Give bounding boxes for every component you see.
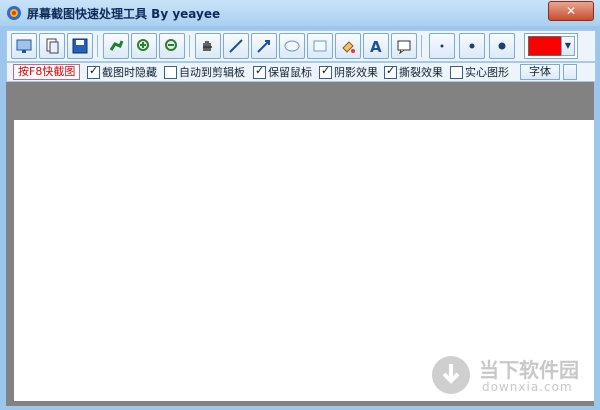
dot-medium-icon [469,43,475,49]
close-button[interactable]: ✕ [548,1,594,21]
chevron-down-icon[interactable]: ▼ [561,36,575,56]
options-bar: 按F8快截图 截图时隐藏 自动到剪辑板 保留鼠标 阴影效果 撕裂效果 实心图形 … [6,62,596,82]
text-icon: A [370,38,382,55]
save-icon [72,38,88,54]
zoom-in-button[interactable] [131,33,157,59]
copy-icon [46,38,59,54]
checkbox[interactable] [450,65,463,79]
option-label: 阴影效果 [334,66,378,79]
app-window: 屏幕截图快速处理工具 By yeayee ✕ A ▼ 按F8快截图 ✓ 截图时隐… [0,0,600,410]
dot-large-icon [498,42,506,50]
option-shadow-effect[interactable]: 阴影效果 [319,64,378,80]
color-swatch[interactable] [528,36,562,56]
ellipse-icon [284,40,300,52]
zoom-in-icon [137,39,149,51]
note-icon [397,40,411,55]
note-button[interactable] [391,33,417,59]
option-keep-cursor[interactable]: 保留鼠标 [253,64,312,80]
paint-bucket-button[interactable] [335,33,361,59]
toolbar-separator [421,35,422,57]
font-button[interactable]: 字体 [520,64,560,80]
window-title: 屏幕截图快速处理工具 By yeayee [27,7,221,21]
checkbox[interactable] [319,64,332,79]
option-label: 保留鼠标 [268,66,312,79]
color-picker[interactable]: ▼ [524,33,578,59]
toolbar: A ▼ [6,30,596,62]
font-extra-button[interactable] [563,64,577,80]
rectangle-button[interactable] [307,33,333,59]
watermark-download-icon [432,356,470,394]
option-label: 撕裂效果 [399,66,443,79]
checkbox[interactable] [253,64,266,79]
option-label: 实心图形 [465,66,509,79]
svg-text:A: A [370,38,382,55]
option-solid-shapes[interactable]: 实心图形 [450,64,509,80]
option-hide-on-capture[interactable]: 截图时隐藏 [87,64,157,80]
paint-bucket-icon [342,41,355,53]
arrow-icon [257,40,270,53]
zoom-out-icon [165,39,177,51]
pen-size-large-button[interactable] [489,33,515,59]
checkbox[interactable] [384,64,397,79]
toolbar-separator [189,35,190,57]
text-tool-button[interactable]: A [363,33,389,59]
dot-small-icon [440,44,444,48]
option-label: 自动到剪辑板 [179,66,245,79]
checkbox[interactable] [164,65,177,79]
copy-button[interactable] [39,33,65,59]
option-auto-clipboard[interactable]: 自动到剪辑板 [164,64,245,80]
watermark-name: 当下软件园 [479,358,579,382]
titlebar: 屏幕截图快速处理工具 By yeayee ✕ [0,0,600,26]
watermark-url: downxia.com [482,380,573,394]
hand-icon [203,41,212,51]
toolbar-separator [97,35,98,57]
arrow-button[interactable] [251,33,277,59]
rectangle-icon [313,40,327,52]
option-tear-effect[interactable]: 撕裂效果 [384,64,443,80]
line-icon [229,39,243,53]
rotate-icon [109,40,124,51]
save-button[interactable] [67,33,93,59]
quick-capture-button[interactable]: 按F8快截图 [13,64,81,80]
ellipse-button[interactable] [279,33,305,59]
line-button[interactable] [223,33,249,59]
zoom-out-button[interactable] [159,33,185,59]
rotate-button[interactable] [103,33,129,59]
pen-size-small-button[interactable] [429,33,455,59]
pen-size-medium-button[interactable] [459,33,485,59]
checkbox[interactable] [87,64,100,79]
hand-button[interactable] [195,33,221,59]
option-label: 截图时隐藏 [102,66,157,79]
capture-icon [16,39,32,53]
capture-button[interactable] [11,33,37,59]
app-logo-icon [7,6,21,20]
